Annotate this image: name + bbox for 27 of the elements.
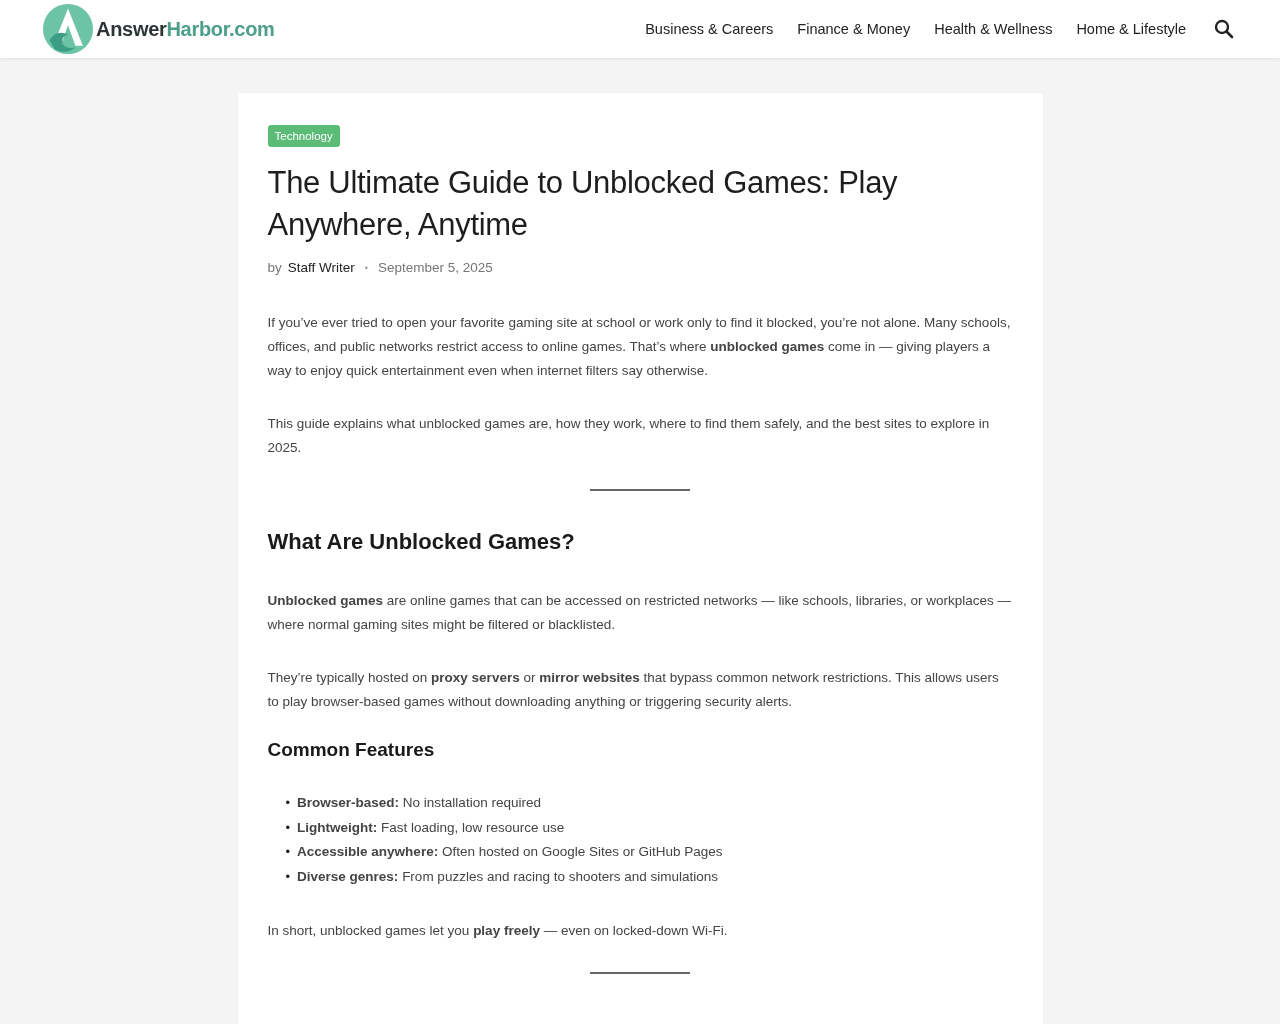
nav-link[interactable]: Health & Wellness xyxy=(934,21,1053,37)
bullet: • xyxy=(285,867,291,886)
paragraph: They’re typically hosted on proxy servers or mirror websites that bypass common network restrictions. This allows users to play browser-based games without downloading anything or triggering security alerts. xyxy=(267,669,1000,711)
subsection-heading: Common Features xyxy=(267,739,436,761)
article-title: The Ultimate Guide to Unblocked Games: Play Anywhere, Anytime xyxy=(267,164,899,244)
nav-link[interactable]: Business & Careers xyxy=(645,21,774,37)
nav-link[interactable]: Finance & Money xyxy=(797,21,911,37)
list-item: Lightweight: Fast loading, low resource use xyxy=(297,818,565,837)
nav-link[interactable]: Home & Lifestyle xyxy=(1076,21,1186,37)
section-heading: What Are Unblocked Games? xyxy=(267,529,576,555)
list-item: Diverse genres: From puzzles and racing to shooters and simulations xyxy=(297,867,719,886)
author-link[interactable]: Staff Writer xyxy=(287,260,355,275)
list-item: Accessible anywhere: Often hosted on Google Sites or GitHub Pages xyxy=(297,843,723,861)
separator-dot: • xyxy=(364,262,368,273)
bullet: • xyxy=(285,794,291,812)
paragraph: This guide explains what unblocked games are, how they work, where to find them safely, and the best sites to explore in 2025. xyxy=(267,415,991,457)
publish-date: September 5, 2025 xyxy=(377,260,493,275)
byline-prefix: by xyxy=(267,260,282,275)
search-icon[interactable] xyxy=(1214,19,1234,39)
logo-icon[interactable] xyxy=(42,3,94,55)
paragraph: In short, unblocked games let you play freely — even on locked-down Wi-Fi. xyxy=(267,922,729,940)
list-item: Browser-based: No installation required xyxy=(297,794,541,812)
paragraph: If you’ve ever tried to open your favorite gaming site at school or work only to find it blocked, you’re not alone. Many schools, offices, and public networks restrict access to online games. That’s where unblocked games come in — giving players a way to enjoy quick entertainment even when internet filters say otherwise. xyxy=(267,314,1012,380)
site-logo-text[interactable]: AnswerHarbor.com xyxy=(96,17,275,41)
bullet: • xyxy=(285,843,291,861)
bullet: • xyxy=(285,818,291,837)
paragraph: Unblocked games are online games that can be accessed on restricted networks — like schools, libraries, or workplaces — where normal gaming sites might be filtered or blacklisted. xyxy=(267,592,1013,634)
